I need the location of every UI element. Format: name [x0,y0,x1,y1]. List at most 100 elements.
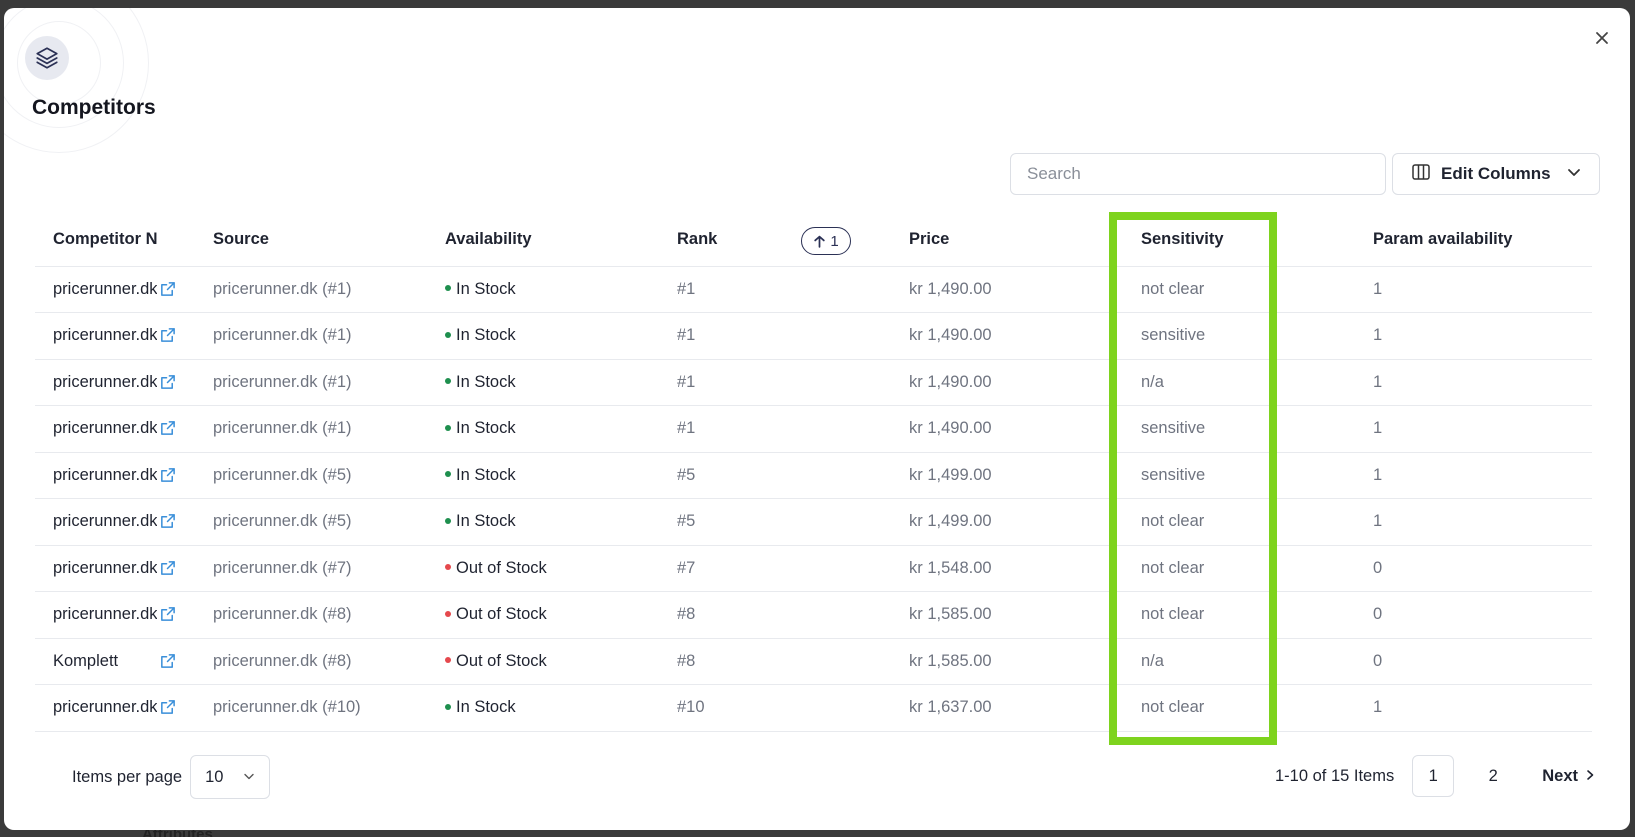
items-per-page-select[interactable]: 10 [190,755,271,799]
availability-status-dot [445,331,451,338]
arrow-up-icon [814,235,826,248]
availability-status-dot [445,424,451,431]
availability-label: In Stock [456,419,516,438]
cell-sensitivity: not clear [1123,684,1355,732]
cell-sensitivity: sensitive [1123,452,1355,499]
cell-param-availability: 0 [1355,545,1592,592]
competitor-name: pricerunner.dk [53,465,157,484]
header-availability[interactable]: Availability [427,214,659,267]
cell-source: pricerunner.dk (#5) [195,498,427,546]
table-row: pricerunner.dk pricerunner.dk (#1) In Stoc… [35,405,1592,453]
competitor-name: pricerunner.dk [53,279,157,298]
competitor-name: pricerunner.dk [53,558,157,577]
availability-status-dot [445,378,451,385]
availability-label: In Stock [456,698,516,717]
cell-source: pricerunner.dk (#5) [195,452,427,499]
competitors-table: Competitor N Source Availability Rank 1 … [35,214,1592,732]
external-link-icon[interactable] [159,467,176,484]
cell-source: pricerunner.dk (#1) [195,405,427,453]
cell-price: kr 1,637.00 [891,684,1123,732]
cell-param-availability: 0 [1355,591,1592,639]
pagination: 1-10 of 15 Items 1 2 Next [1275,755,1596,797]
table-row: pricerunner.dk pricerunner.dk (#10) In Sto… [35,684,1592,732]
competitor-name: pricerunner.dk [53,419,157,438]
header-rank[interactable]: Rank 1 [659,214,891,267]
cell-param-availability: 0 [1355,638,1592,685]
table-row: pricerunner.dk pricerunner.dk (#8) Out of … [35,591,1592,639]
header-sensitivity[interactable]: Sensitivity [1123,214,1355,267]
external-link-icon[interactable] [159,653,176,670]
availability-status-dot [445,471,451,478]
competitor-name: pricerunner.dk [53,326,157,345]
cell-availability: In Stock [427,684,659,732]
availability-label: Out of Stock [456,651,547,670]
external-link-icon[interactable] [159,560,176,577]
cell-price: kr 1,499.00 [891,498,1123,546]
next-page-button[interactable]: Next [1542,767,1596,786]
cell-source: pricerunner.dk (#1) [195,312,427,360]
availability-status-dot [445,285,451,292]
availability-label: In Stock [456,279,516,298]
edit-columns-button[interactable]: Edit Columns [1392,153,1600,195]
external-link-icon[interactable] [159,699,176,716]
chevron-down-icon [243,768,255,787]
chevron-right-icon [1584,767,1596,786]
items-per-page-value: 10 [205,767,224,786]
availability-label: Out of Stock [456,558,547,577]
cell-source: pricerunner.dk (#8) [195,638,427,685]
cell-competitor: pricerunner.dk [35,684,195,732]
availability-status-dot [445,703,451,710]
external-link-icon[interactable] [159,281,176,298]
cell-price: kr 1,490.00 [891,266,1123,313]
cell-competitor: pricerunner.dk [35,312,195,360]
cell-rank: #1 [659,359,891,406]
cell-competitor: pricerunner.dk [35,266,195,313]
chevron-down-icon [1567,164,1581,184]
competitors-modal: Competitors Edit Columns Competitor N So… [4,8,1630,830]
cell-availability: Out of Stock [427,591,659,639]
header-price[interactable]: Price [891,214,1123,267]
header-source[interactable]: Source [195,214,427,267]
cell-sensitivity: not clear [1123,591,1355,639]
cell-availability: Out of Stock [427,545,659,592]
modal-title: Competitors [32,96,156,119]
header-rank-label: Rank [677,230,718,249]
external-link-icon[interactable] [159,327,176,344]
external-link-icon[interactable] [159,513,176,530]
page-button-2[interactable]: 2 [1472,755,1514,797]
cell-param-availability: 1 [1355,359,1592,406]
cell-competitor: pricerunner.dk [35,452,195,499]
cell-source: pricerunner.dk (#1) [195,359,427,406]
cell-competitor: pricerunner.dk [35,591,195,639]
cell-price: kr 1,490.00 [891,359,1123,406]
header-param-availability[interactable]: Param availability [1355,214,1592,267]
competitor-name: pricerunner.dk [53,372,157,391]
cell-sensitivity: not clear [1123,545,1355,592]
page-button-1[interactable]: 1 [1412,755,1455,797]
availability-label: In Stock [456,326,516,345]
sort-order-number: 1 [830,232,839,250]
cell-competitor: pricerunner.dk [35,405,195,453]
cell-availability: In Stock [427,359,659,406]
external-link-icon[interactable] [159,606,176,623]
cell-availability: Out of Stock [427,638,659,685]
logo-decoration [4,8,159,163]
external-link-icon[interactable] [159,374,176,391]
cell-sensitivity: not clear [1123,266,1355,313]
search-input[interactable] [1010,153,1386,195]
cell-source: pricerunner.dk (#10) [195,684,427,732]
cell-param-availability: 1 [1355,684,1592,732]
cell-competitor: pricerunner.dk [35,545,195,592]
external-link-icon[interactable] [159,420,176,437]
cell-rank: #8 [659,638,891,685]
cell-rank: #10 [659,684,891,732]
cell-sensitivity: sensitive [1123,405,1355,453]
cell-availability: In Stock [427,312,659,360]
sort-order-badge[interactable]: 1 [801,227,851,255]
cell-price: kr 1,499.00 [891,452,1123,499]
availability-status-dot [445,610,451,617]
header-competitor[interactable]: Competitor N [35,214,195,267]
cell-sensitivity: not clear [1123,498,1355,546]
close-icon[interactable] [1590,26,1614,50]
cell-rank: #5 [659,498,891,546]
